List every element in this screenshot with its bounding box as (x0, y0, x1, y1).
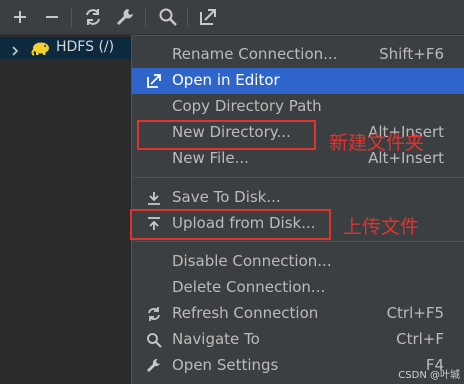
toolbar (0, 0, 464, 35)
menu-item-label: Navigate To (172, 330, 260, 348)
menu-item-shortcut: Ctrl+F (396, 330, 444, 348)
chevron-right-icon[interactable] (9, 42, 21, 56)
menu-item-rename-connection[interactable]: Rename Connection... Shift+F6 (132, 42, 464, 68)
minus-icon[interactable] (41, 6, 63, 28)
toolbar-separator (71, 7, 72, 27)
open-in-editor-icon (146, 73, 162, 89)
annotation-box-new-directory (137, 120, 316, 150)
watermark: CSDN @叶城 (398, 370, 460, 381)
refresh-icon (146, 306, 162, 322)
menu-item-open-in-editor[interactable]: Open in Editor (132, 68, 464, 94)
menu-item-navigate-to[interactable]: Navigate To Ctrl+F (132, 327, 464, 353)
menu-item-disable-connection[interactable]: Disable Connection... (132, 249, 464, 275)
download-icon (146, 190, 162, 206)
toolbar-separator (145, 7, 146, 27)
hadoop-elephant-icon (31, 40, 51, 56)
annotation-text-new-directory: 新建文件夹 (329, 132, 425, 154)
toolbar-separator (187, 7, 188, 27)
menu-item-label: Delete Connection... (172, 278, 326, 296)
menu-item-label: Save To Disk... (172, 188, 281, 206)
annotation-box-upload (130, 209, 331, 240)
search-icon[interactable] (157, 6, 179, 28)
tree-row-label: HDFS (/) (56, 39, 115, 55)
menu-item-label: Refresh Connection (172, 304, 319, 322)
menu-item-shortcut: Shift+F6 (379, 45, 444, 63)
open-in-editor-icon[interactable] (197, 6, 219, 28)
menu-item-copy-directory-path[interactable]: Copy Directory Path (132, 94, 464, 120)
menu-item-save-to-disk[interactable]: Save To Disk... (132, 185, 464, 211)
menu-item-label: Open in Editor (172, 71, 280, 89)
menu-separator (132, 177, 464, 178)
menu-item-refresh-connection[interactable]: Refresh Connection Ctrl+F5 (132, 301, 464, 327)
plus-icon[interactable] (9, 6, 31, 28)
menu-item-label: Open Settings (172, 356, 279, 374)
menu-item-shortcut: Ctrl+F5 (386, 304, 444, 322)
menu-item-label: New File... (172, 149, 249, 167)
search-icon (146, 332, 162, 348)
wrench-icon[interactable] (114, 6, 136, 28)
annotation-text-upload: 上传文件 (343, 216, 420, 238)
menu-item-label: Disable Connection... (172, 252, 332, 270)
refresh-icon[interactable] (82, 6, 104, 28)
menu-separator (132, 241, 464, 242)
menu-item-delete-connection[interactable]: Delete Connection... (132, 275, 464, 301)
menu-item-label: Copy Directory Path (172, 97, 322, 115)
wrench-icon (146, 358, 162, 374)
menu-item-label: Rename Connection... (172, 45, 338, 63)
